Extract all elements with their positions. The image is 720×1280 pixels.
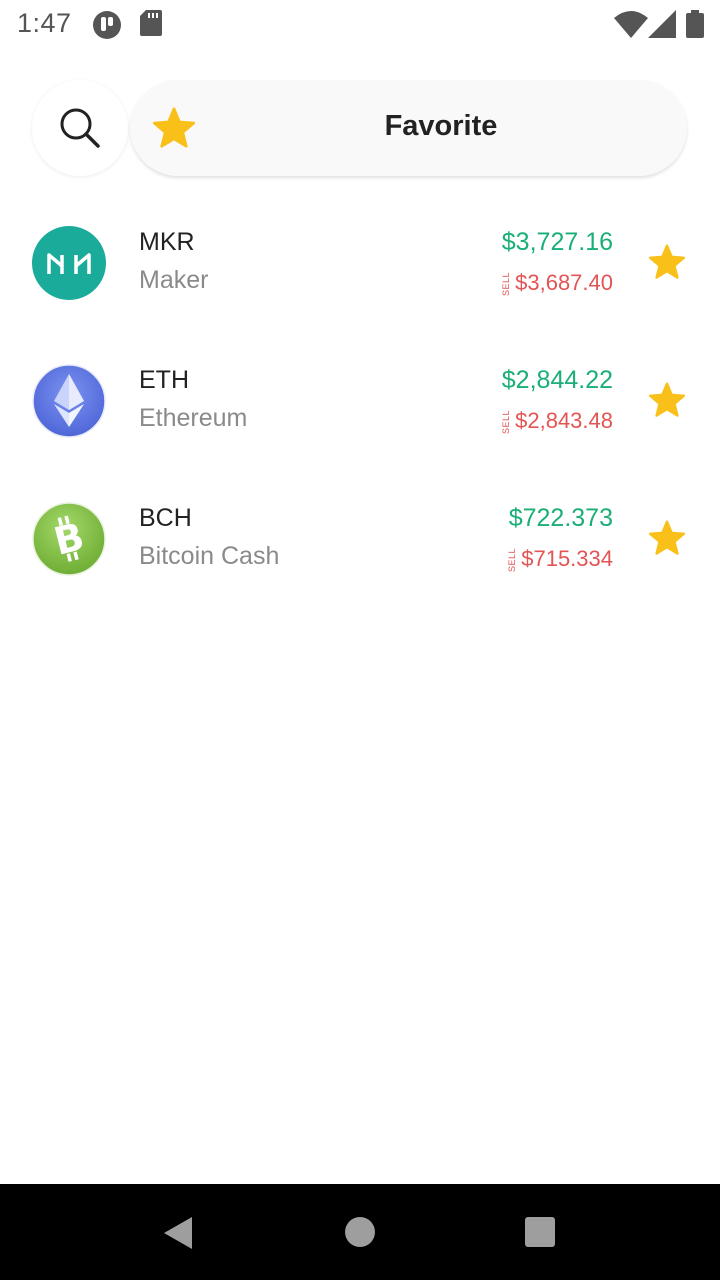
coin-symbol: MKR (139, 228, 195, 256)
sd-card-icon (140, 10, 162, 41)
bitcoin-cash-logo-icon: B (32, 502, 106, 576)
coin-row-mkr[interactable]: MKR Maker $3,727.16 SELL $3,687.40 (0, 224, 720, 344)
sell-price-group: SELL $3,687.40 (501, 270, 613, 296)
app-notification-icon (92, 10, 122, 45)
coin-row-eth[interactable]: ETH Ethereum $2,844.22 SELL $2,843.48 (0, 362, 720, 482)
wifi-icon (614, 10, 648, 43)
buy-price: $2,844.22 (501, 366, 613, 394)
coin-name: Maker (139, 266, 209, 294)
search-icon (60, 108, 100, 148)
favorite-label: Favorite (384, 110, 498, 142)
sell-tag: SELL (501, 410, 512, 435)
cell-signal-icon (648, 10, 676, 43)
coin-symbol: BCH (139, 504, 192, 532)
status-bar: 1:47 (0, 0, 720, 50)
buy-price: $3,727.16 (501, 228, 613, 256)
coin-name: Bitcoin Cash (139, 542, 280, 570)
sell-tag: SELL (501, 272, 512, 297)
ethereum-logo-icon (32, 364, 106, 438)
system-nav-bar (0, 1184, 720, 1280)
battery-icon (686, 10, 704, 43)
maker-logo-icon (32, 226, 106, 300)
favorite-star-icon[interactable] (648, 244, 686, 285)
search-button[interactable] (32, 80, 128, 176)
sell-price: $715.334 (521, 546, 613, 571)
recents-square-icon[interactable] (525, 1217, 555, 1247)
home-circle-icon[interactable] (345, 1217, 375, 1247)
coin-symbol: ETH (139, 366, 189, 394)
sell-price-group: SELL $2,843.48 (501, 408, 613, 434)
favorite-filter-button[interactable]: Favorite (130, 80, 687, 176)
back-triangle-icon[interactable] (162, 1216, 194, 1255)
sell-tag: SELL (507, 548, 518, 573)
status-time: 1:47 (17, 8, 72, 38)
sell-price: $2,843.48 (515, 408, 613, 433)
sell-price: $3,687.40 (515, 270, 613, 295)
sell-price-group: SELL $715.334 (507, 546, 613, 572)
favorite-star-icon[interactable] (648, 382, 686, 423)
buy-price: $722.373 (508, 504, 613, 532)
coin-row-bch[interactable]: B BCH Bitcoin Cash $722.373 SELL $715.334 (0, 500, 720, 620)
coin-name: Ethereum (139, 404, 248, 432)
favorite-star-icon[interactable] (648, 520, 686, 561)
